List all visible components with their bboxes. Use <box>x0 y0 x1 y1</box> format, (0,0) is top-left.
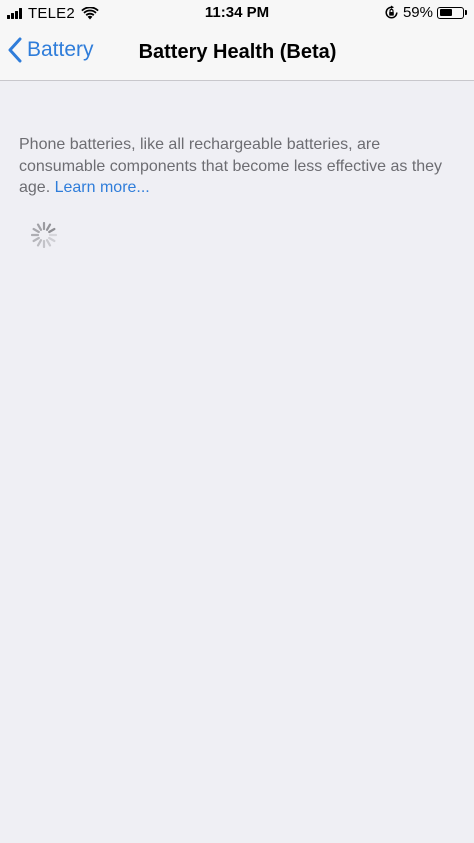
spinner-spoke <box>48 227 56 234</box>
battery-info-description: Phone batteries, like all rechargeable b… <box>19 134 459 199</box>
spinner-spoke <box>36 223 43 231</box>
loading-spinner-icon <box>31 222 57 248</box>
page-title: Battery Health (Beta) <box>138 41 337 63</box>
orientation-lock-icon <box>385 5 398 19</box>
spinner-spoke <box>32 236 40 243</box>
navigation-bar: Battery Battery Health (Beta) <box>0 26 474 81</box>
battery-icon <box>437 6 464 19</box>
spinner-spoke <box>45 239 52 247</box>
spinner-spoke <box>32 227 40 234</box>
status-bar: TELE2 11:34 PM 59% <box>0 0 474 26</box>
battery-health-content: Phone batteries, like all rechargeable b… <box>0 81 474 843</box>
battery-nub <box>465 10 467 15</box>
learn-more-link[interactable]: Learn more... <box>55 179 150 196</box>
battery-fill-level <box>439 9 453 16</box>
battery-percentage: 59% <box>402 4 433 21</box>
status-right: 59% <box>384 4 467 21</box>
spinner-spoke <box>48 236 56 243</box>
spinner-spoke <box>45 223 52 231</box>
spinner-spoke <box>36 239 43 247</box>
